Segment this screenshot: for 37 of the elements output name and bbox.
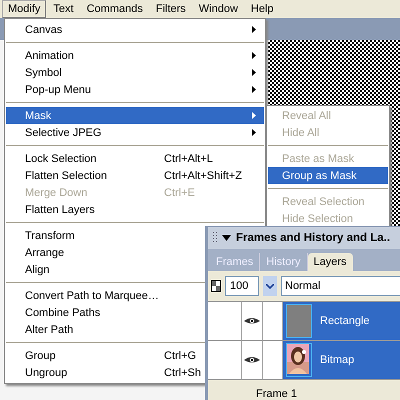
menu-item[interactable]: Group as Mask [268, 167, 388, 184]
layer-row[interactable]: Rectangle [283, 302, 400, 340]
panel-tab[interactable]: Layers [308, 253, 353, 271]
menu-item[interactable]: Transform [6, 227, 79, 244]
menu-item[interactable]: Animation [6, 47, 264, 64]
caret-icon [266, 284, 274, 288]
shape-thumbnail [287, 305, 311, 337]
collapse-icon[interactable] [222, 235, 231, 241]
menu-item[interactable]: Pop-up Menu [6, 81, 264, 98]
opacity-dropdown-button[interactable] [263, 276, 277, 296]
layer-row[interactable]: Bitmap [283, 341, 400, 379]
menu-item[interactable]: Lock Selection Ctrl+Alt+L [6, 150, 217, 167]
menu-item[interactable]: Alter Path [6, 321, 78, 338]
menu-item[interactable]: Combine Paths [6, 304, 104, 321]
eye-icon[interactable] [244, 356, 260, 364]
menu-item[interactable]: Convert Path to Marquee… [6, 287, 163, 304]
menu-bar-item[interactable]: Modify [2, 0, 46, 18]
menu-bar-item[interactable]: Filters [150, 0, 192, 18]
menu-item[interactable]: Group Ctrl+G [6, 347, 200, 364]
menu-item[interactable]: Flatten Selection Ctrl+Alt+Shift+Z [6, 167, 246, 184]
panel-title: Frames and History and La.. [236, 232, 390, 244]
menu-item[interactable]: Symbol [6, 64, 264, 81]
eye-icon[interactable] [244, 317, 260, 325]
menu-item[interactable]: Selective JPEG [6, 124, 264, 141]
blend-mode-dropdown[interactable]: Normal [281, 276, 400, 296]
menu-item[interactable]: Ungroup Ctrl+Sh [6, 364, 205, 381]
menu-bar-item[interactable]: Help [244, 0, 280, 18]
menu-item[interactable]: Arrange [6, 244, 68, 261]
frame-status: Frame 1 [256, 388, 297, 400]
menu-item[interactable]: Mask [6, 107, 264, 124]
menu-bar-item[interactable]: Text [47, 0, 80, 18]
menu-bar-item[interactable]: Window [192, 0, 244, 18]
menu-item[interactable]: Align [6, 261, 54, 278]
menu-item[interactable]: Flatten Layers [6, 201, 99, 218]
menu-bar-item[interactable]: Commands [80, 0, 149, 18]
opacity-field[interactable]: 100 [225, 276, 259, 296]
opacity-icon [211, 280, 221, 292]
